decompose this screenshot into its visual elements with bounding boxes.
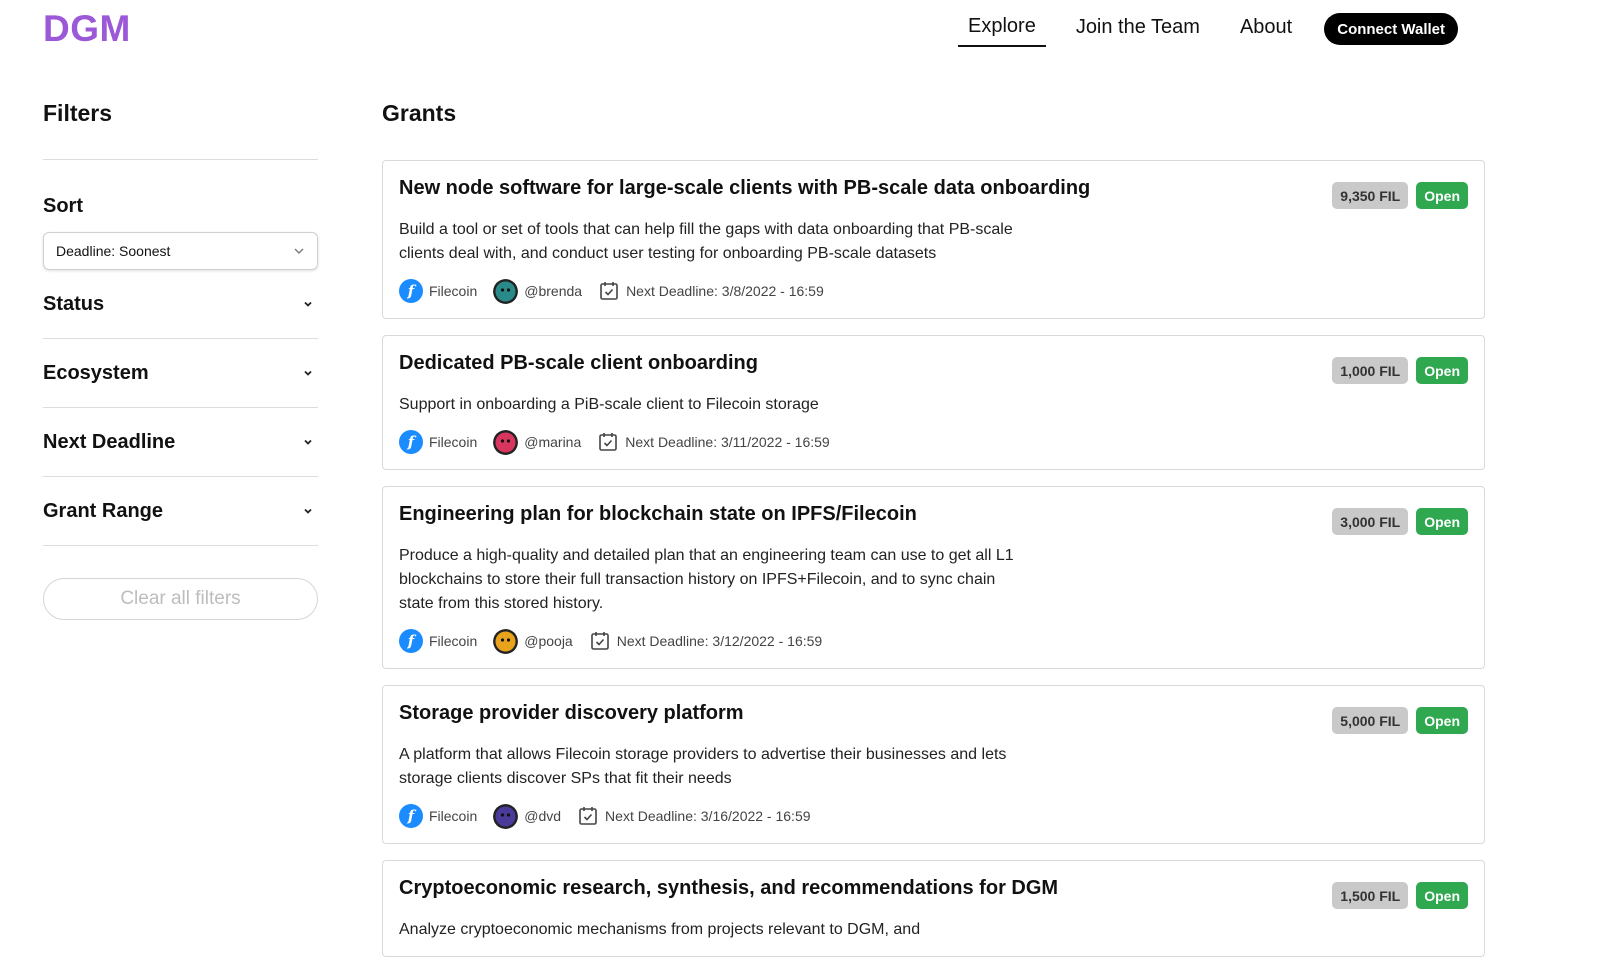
filecoin-icon: f [399, 629, 423, 653]
grant-author-label: @dvd [524, 808, 562, 824]
grant-card[interactable]: Dedicated PB-scale client onboarding 1,0… [382, 335, 1485, 470]
filter-status-label: Status [43, 292, 105, 315]
grant-amount-badge: 3,000 FIL [1332, 508, 1409, 535]
sort-label: Sort [43, 195, 83, 217]
grant-title[interactable]: Dedicated PB-scale client onboarding [399, 352, 1468, 375]
grant-badges: 9,350 FIL Open [1332, 182, 1468, 209]
grant-author-label: @marina [524, 434, 582, 450]
grant-status-badge: Open [1416, 357, 1468, 384]
grant-author[interactable]: @brenda [493, 278, 583, 304]
grant-badges: 1,500 FIL Open [1332, 882, 1468, 909]
grant-amount-badge: 1,500 FIL [1332, 882, 1409, 909]
grant-badges: 1,000 FIL Open [1332, 357, 1468, 384]
grant-deadline-label: Next Deadline: 3/12/2022 - 16:59 [616, 633, 823, 649]
filter-ecosystem-label: Ecosystem [43, 361, 149, 384]
filter-next-deadline[interactable]: Next Deadline [43, 408, 318, 477]
top-nav: Explore Join the Team About Connect Wall… [958, 11, 1459, 47]
grant-deadline-label: Next Deadline: 3/16/2022 - 16:59 [605, 808, 811, 824]
grant-meta: f Filecoin @dvd Next Deadline: 3/16/2022… [399, 803, 1468, 829]
grant-amount-badge: 1,000 FIL [1332, 357, 1409, 384]
chevron-down-icon [304, 301, 312, 307]
grant-card[interactable]: Storage provider discovery platform 5,00… [382, 685, 1485, 844]
grant-ecosystem[interactable]: f Filecoin [399, 804, 477, 828]
grant-meta: f Filecoin @brenda Next Deadline: 3/8/20… [399, 278, 1468, 304]
grants-title: Grants [382, 100, 457, 126]
grant-deadline-label: Next Deadline: 3/11/2022 - 16:59 [625, 434, 830, 450]
avatar [493, 278, 519, 304]
filter-grant-range[interactable]: Grant Range [43, 477, 318, 546]
grant-author-label: @pooja [524, 633, 573, 649]
calendar-check-icon [599, 433, 618, 451]
connect-wallet-button[interactable]: Connect Wallet [1324, 13, 1459, 45]
grant-title[interactable]: Storage provider discovery platform [399, 702, 1468, 725]
grant-deadline: Next Deadline: 3/11/2022 - 16:59 [597, 431, 830, 453]
calendar-check-icon [579, 807, 597, 825]
chevron-down-icon [294, 248, 304, 254]
grant-deadline: Next Deadline: 3/12/2022 - 16:59 [589, 630, 822, 652]
calendar-check-icon [600, 282, 618, 300]
grant-description: Support in onboarding a PiB-scale client… [399, 396, 819, 413]
grant-author-label: @brenda [524, 283, 583, 299]
filecoin-icon: f [399, 279, 423, 303]
grant-author[interactable]: @marina [493, 429, 582, 455]
grant-ecosystem-label: Filecoin [429, 434, 478, 450]
grant-card[interactable]: Cryptoeconomic research, synthesis, and … [382, 860, 1485, 957]
grant-amount-badge: 9,350 FIL [1332, 182, 1409, 209]
chevron-down-icon [304, 370, 312, 376]
grant-description: Analyze cryptoeconomic mechanisms from p… [399, 921, 921, 938]
filter-status[interactable]: Status [43, 270, 318, 339]
grant-list: New node software for large-scale client… [382, 160, 1485, 957]
grant-badges: 3,000 FIL Open [1332, 508, 1468, 535]
grant-ecosystem-label: Filecoin [429, 633, 478, 649]
filter-ecosystem[interactable]: Ecosystem [43, 339, 318, 408]
logo[interactable]: DGM [43, 8, 131, 50]
sort-value: Deadline: Soonest [56, 243, 171, 259]
grant-status-badge: Open [1416, 707, 1468, 734]
grant-title[interactable]: Engineering plan for blockchain state on… [399, 503, 1468, 526]
nav-explore[interactable]: Explore [958, 11, 1046, 47]
nav-about[interactable]: About [1230, 12, 1302, 46]
grant-deadline: Next Deadline: 3/8/2022 - 16:59 [598, 280, 824, 302]
grant-status-badge: Open [1416, 882, 1468, 909]
grant-title[interactable]: New node software for large-scale client… [399, 177, 1468, 200]
grant-ecosystem-label: Filecoin [429, 283, 478, 299]
grant-ecosystem-label: Filecoin [429, 808, 478, 824]
grant-amount-badge: 5,000 FIL [1332, 707, 1409, 734]
filecoin-icon: f [399, 430, 423, 454]
grant-ecosystem[interactable]: f Filecoin [399, 430, 477, 454]
grant-meta: f Filecoin @marina Next Deadline: 3/11/2… [399, 429, 1468, 455]
grant-meta: f Filecoin @pooja Next Deadline: 3/12/20… [399, 628, 1468, 654]
filters-sidebar: Filters Sort Deadline: Soonest Status Ec… [43, 100, 318, 620]
nav-join-team[interactable]: Join the Team [1066, 12, 1210, 46]
filecoin-icon: f [399, 804, 423, 828]
grant-card[interactable]: Engineering plan for blockchain state on… [382, 486, 1485, 669]
avatar [493, 803, 519, 829]
grant-status-badge: Open [1416, 508, 1468, 535]
sort-select[interactable]: Deadline: Soonest [43, 232, 318, 270]
grants-main: Grants New node software for large-scale… [382, 100, 1485, 970]
grant-description: A platform that allows Filecoin storage … [399, 746, 1007, 787]
grant-deadline: Next Deadline: 3/16/2022 - 16:59 [577, 805, 811, 827]
grant-card[interactable]: New node software for large-scale client… [382, 160, 1485, 319]
grant-ecosystem[interactable]: f Filecoin [399, 629, 477, 653]
grant-badges: 5,000 FIL Open [1332, 707, 1468, 734]
calendar-check-icon [590, 632, 609, 650]
filter-grant-range-label: Grant Range [43, 499, 164, 522]
grant-author[interactable]: @pooja [493, 628, 573, 654]
grant-status-badge: Open [1416, 182, 1468, 209]
clear-filters-button[interactable]: Clear all filters [43, 578, 318, 620]
grant-author[interactable]: @dvd [493, 803, 562, 829]
grant-ecosystem[interactable]: f Filecoin [399, 279, 477, 303]
avatar [493, 628, 519, 654]
filters-title: Filters [43, 100, 318, 160]
filter-next-deadline-label: Next Deadline [43, 430, 176, 453]
grant-description: Produce a high-quality and detailed plan… [399, 547, 1014, 612]
grant-title[interactable]: Cryptoeconomic research, synthesis, and … [399, 877, 1468, 900]
chevron-down-icon [304, 508, 312, 514]
chevron-down-icon [304, 439, 312, 445]
grant-deadline-label: Next Deadline: 3/8/2022 - 16:59 [626, 283, 824, 299]
grant-description: Build a tool or set of tools that can he… [399, 221, 1013, 262]
avatar [493, 429, 519, 455]
